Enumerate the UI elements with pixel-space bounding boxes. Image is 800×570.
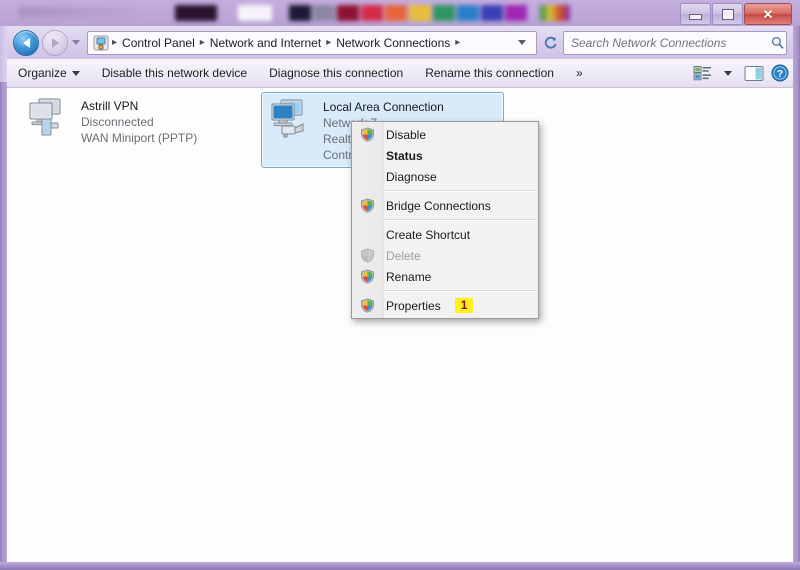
- forward-arrow-icon: [51, 37, 59, 48]
- back-arrow-icon: [22, 37, 30, 48]
- search-input[interactable]: [564, 34, 768, 51]
- context-menu: Disable Status Diagnose Bridge Connections C…: [351, 121, 539, 319]
- context-menu-separator: [383, 219, 538, 221]
- chevron-down-icon: [71, 70, 80, 76]
- context-menu-item-label: Bridge Connections: [386, 198, 491, 213]
- vpn-connection-icon: [25, 96, 73, 140]
- maximize-button[interactable]: [712, 3, 743, 25]
- rename-connection-label: Rename this connection: [425, 66, 554, 80]
- window-border-bottom: [0, 562, 800, 570]
- context-menu-item-bridge-connections[interactable]: Bridge Connections: [352, 195, 538, 216]
- context-menu-item-diagnose[interactable]: Diagnose: [352, 166, 538, 187]
- breadcrumb-sep-2: ▸: [326, 37, 332, 48]
- context-menu-item-delete: Delete: [352, 245, 538, 266]
- connection-name: Local Area Connection: [323, 100, 444, 114]
- context-menu-item-status[interactable]: Status: [352, 145, 538, 166]
- diagnose-connection-label: Diagnose this connection: [269, 66, 404, 80]
- breadcrumb-item-control-panel[interactable]: Control Panel: [118, 34, 199, 52]
- context-menu-separator: [383, 190, 538, 192]
- command-toolbar: Organize Disable this network device Dia…: [7, 59, 793, 88]
- window-border-right: [793, 26, 800, 564]
- shield-icon: [360, 269, 375, 284]
- window-border-left: [0, 26, 7, 564]
- context-menu-item-label: Properties: [386, 298, 441, 313]
- close-button[interactable]: ✕: [744, 3, 792, 25]
- shield-icon: [360, 248, 375, 263]
- minimize-button[interactable]: [680, 3, 711, 25]
- rename-connection-button[interactable]: Rename this connection: [414, 61, 565, 85]
- organize-label: Organize: [18, 66, 67, 80]
- window-root: ✕ ▸ Control Panel ▸ Network and Internet…: [0, 0, 800, 570]
- preview-pane-button[interactable]: [741, 62, 767, 84]
- recent-pages-chevron-icon[interactable]: [72, 40, 80, 45]
- change-view-dropdown-icon[interactable]: [715, 62, 741, 84]
- breadcrumb-dropdown-icon[interactable]: [518, 40, 526, 45]
- breadcrumb-sep-1: ▸: [199, 37, 205, 48]
- context-menu-item-label: Rename: [386, 269, 432, 284]
- minimize-icon: [689, 13, 702, 20]
- network-folder-icon: [93, 35, 109, 51]
- toolbar-overflow-button[interactable]: »: [565, 61, 594, 85]
- diagnose-connection-button[interactable]: Diagnose this connection: [258, 61, 414, 85]
- shield-icon: [360, 198, 375, 213]
- context-menu-item-label: Delete: [386, 248, 421, 263]
- connection-device: WAN Miniport (PPTP): [81, 131, 198, 145]
- disable-network-device-label: Disable this network device: [101, 66, 248, 80]
- explorer-window: ✕ ▸ Control Panel ▸ Network and Internet…: [0, 0, 800, 570]
- chevron-down-icon: [724, 70, 732, 76]
- forward-button[interactable]: [42, 29, 68, 56]
- breadcrumb-sep-0: ▸: [112, 37, 118, 48]
- shield-icon: [360, 127, 375, 142]
- connection-text-astrill-vpn: Astrill VPN Disconnected WAN Miniport (P…: [81, 96, 197, 146]
- breadcrumb-item-network-and-internet[interactable]: Network and Internet: [206, 34, 325, 52]
- connection-item-astrill-vpn[interactable]: Astrill VPN Disconnected WAN Miniport (P…: [20, 92, 211, 150]
- step-badge: 1: [454, 298, 474, 313]
- help-button[interactable]: ?: [767, 62, 793, 84]
- context-menu-items: Disable Status Diagnose Bridge Connections C…: [352, 122, 538, 318]
- context-menu-item-create-shortcut[interactable]: Create Shortcut: [352, 224, 538, 245]
- shield-icon: [360, 298, 375, 313]
- svg-text:?: ?: [777, 68, 783, 80]
- context-menu-item-properties[interactable]: Properties 1: [352, 295, 538, 316]
- refresh-button[interactable]: [540, 33, 560, 53]
- context-menu-item-label: Status: [386, 148, 423, 163]
- change-view-button[interactable]: [689, 62, 715, 84]
- maximize-icon: [721, 8, 734, 20]
- disable-network-device-button[interactable]: Disable this network device: [91, 61, 258, 85]
- context-menu-item-rename[interactable]: Rename: [352, 266, 538, 287]
- close-icon: ✕: [762, 6, 774, 22]
- breadcrumb[interactable]: ▸ Control Panel ▸ Network and Internet ▸…: [87, 30, 537, 55]
- organize-button[interactable]: Organize: [7, 61, 91, 85]
- search-box[interactable]: [563, 30, 787, 55]
- connection-name: Astrill VPN: [81, 99, 139, 113]
- lan-connection-icon: [267, 97, 315, 141]
- context-menu-item-label: Diagnose: [386, 169, 437, 184]
- breadcrumb-item-network-connections[interactable]: Network Connections: [332, 34, 454, 52]
- context-menu-item-label: Disable: [386, 127, 427, 142]
- context-menu-separator: [383, 290, 538, 292]
- context-menu-item-disable[interactable]: Disable: [352, 124, 538, 145]
- window-border-left-top: [0, 26, 7, 82]
- breadcrumb-sep-3: ▸: [455, 37, 461, 48]
- search-icon[interactable]: [768, 36, 786, 49]
- connection-status: Disconnected: [81, 115, 154, 129]
- overflow-chevrons-icon: »: [575, 66, 583, 80]
- address-bar: ▸ Control Panel ▸ Network and Internet ▸…: [7, 26, 793, 59]
- back-button[interactable]: [13, 29, 39, 56]
- window-controls: ✕: [679, 3, 792, 25]
- context-menu-item-label: Create Shortcut: [386, 227, 471, 242]
